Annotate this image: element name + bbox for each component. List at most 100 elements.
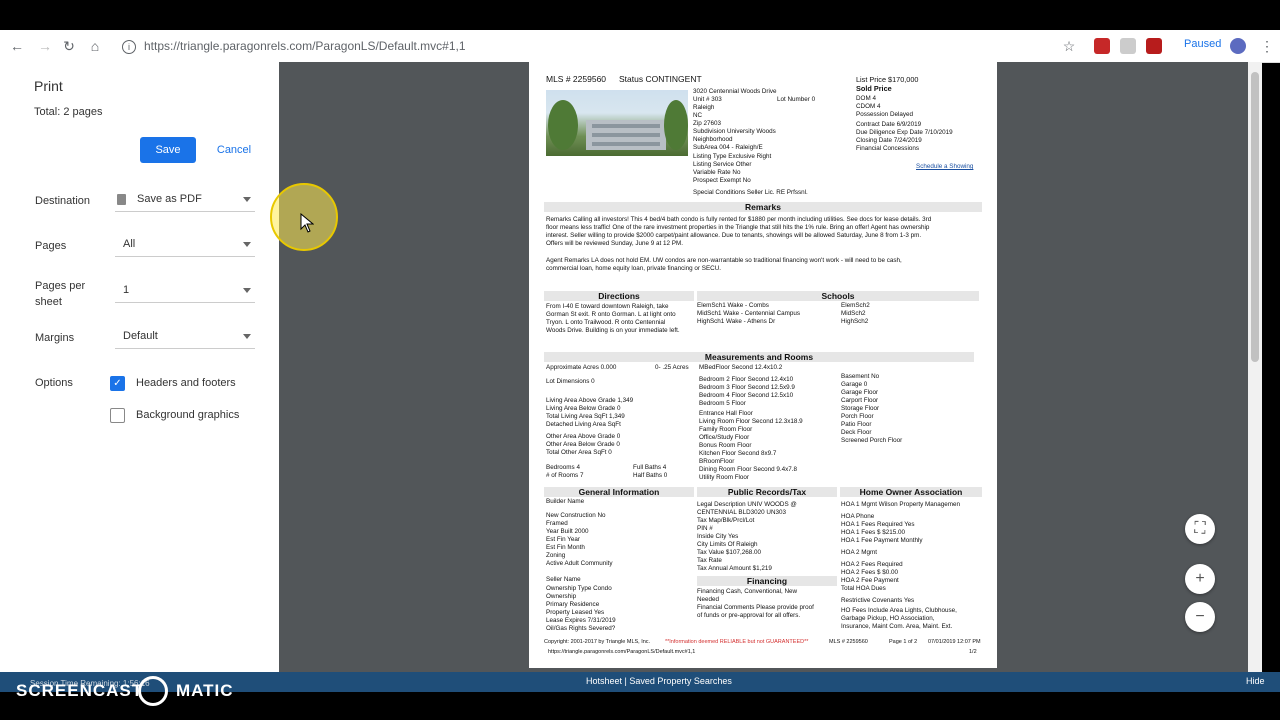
- high-school-2: HighSch2: [841, 318, 869, 325]
- extension-pdf-icon[interactable]: [1146, 38, 1162, 54]
- taskbar-links[interactable]: Hotsheet | Saved Property Searches: [586, 676, 732, 686]
- hoa2-fee-payment: HOA 2 Fee Payment: [841, 577, 899, 584]
- extension-icon[interactable]: [1120, 38, 1136, 54]
- cursor-icon: [300, 213, 314, 233]
- framed: Framed: [546, 520, 568, 527]
- avatar[interactable]: [1230, 38, 1246, 54]
- pages-per-sheet-select[interactable]: 1: [115, 284, 255, 303]
- cancel-button[interactable]: Cancel: [212, 137, 256, 163]
- basement: Basement No: [841, 373, 880, 380]
- reload-icon[interactable]: ↻: [60, 37, 78, 55]
- screencast-logo-text: SCREENCAST: [16, 681, 144, 700]
- ownership: Ownership: [546, 593, 577, 600]
- listing-service: Listing Service Other: [693, 161, 752, 168]
- master-bed: MBedFloor Second 12.4x10.2: [699, 364, 783, 371]
- city: Raleigh: [693, 104, 715, 111]
- year-built: Year Built 2000: [546, 528, 589, 535]
- closing-date: Closing Date 7/24/2019: [856, 137, 922, 144]
- destination-select[interactable]: Save as PDF: [115, 193, 255, 212]
- state: NC: [693, 112, 703, 119]
- directions-line: From I-40 E toward downtown Raleigh, tak…: [546, 303, 669, 310]
- profile-paused[interactable]: Paused: [1184, 38, 1221, 50]
- headers-footers-checkbox[interactable]: ✓: [110, 376, 125, 391]
- home-icon[interactable]: ⌂: [86, 37, 104, 55]
- print-settings-panel: Print Total: 2 pages Save Cancel Destina…: [18, 62, 280, 672]
- hoa1-mgmt: HOA 1 Mgmt Wilson Property Managemen: [841, 501, 960, 508]
- unit: Unit # 303: [693, 96, 722, 103]
- half-baths: Half Baths 0: [633, 472, 668, 479]
- kitchen: Kitchen Floor Second 8x9.7: [699, 450, 777, 457]
- due-diligence-date: Due Diligence Exp Date 7/10/2019: [856, 129, 953, 136]
- elem-school-2: ElemSch2: [841, 302, 870, 309]
- star-icon[interactable]: ☆: [1060, 37, 1078, 55]
- living-room: Living Room Floor Second 12.3x18.9: [699, 418, 803, 425]
- list-price: List Price $170,000: [856, 75, 919, 84]
- carport-floor: Carport Floor: [841, 397, 879, 404]
- screened-porch-floor: Screened Porch Floor: [841, 437, 903, 444]
- margins-select[interactable]: Default: [115, 330, 255, 349]
- financing: Financing Cash, Conventional, New: [697, 588, 798, 595]
- fit-to-page-button[interactable]: ⛶: [1185, 514, 1215, 544]
- extension-abp-icon[interactable]: [1094, 38, 1110, 54]
- remarks-line: Offers will be reviewed Sunday, June 9 a…: [546, 240, 683, 247]
- b-room: BRoomFloor: [699, 458, 735, 465]
- recorded-with-label: RECORDED WITH: [16, 662, 115, 674]
- back-icon[interactable]: ←: [8, 37, 26, 55]
- schedule-showing-link[interactable]: Schedule a Showing: [916, 163, 973, 171]
- margins-label: Margins: [35, 332, 75, 344]
- info-icon[interactable]: i: [122, 39, 136, 54]
- property-leased: Property Leased Yes: [546, 609, 605, 616]
- office-study: Office/Study Floor: [699, 434, 750, 441]
- pages-label: Pages: [35, 240, 67, 252]
- chevron-down-icon: [243, 242, 251, 247]
- garage-floor: Garage Floor: [841, 389, 879, 396]
- porch-floor: Porch Floor: [841, 413, 874, 420]
- city-limits: City Limits Of Raleigh: [697, 541, 758, 548]
- possession: Possession Delayed: [856, 111, 914, 118]
- address-bar[interactable]: i https://triangle.paragonrels.com/Parago…: [122, 36, 1052, 56]
- save-button[interactable]: Save: [140, 137, 196, 163]
- destination-value: Save as PDF: [137, 193, 202, 205]
- rooms: # of Rooms 7: [546, 472, 584, 479]
- menu-icon[interactable]: ⋮: [1258, 37, 1276, 55]
- destination-label: Destination: [35, 195, 91, 207]
- agent-remarks-line: commercial loan, home equity loan, priva…: [546, 265, 721, 272]
- footer-url: https://triangle.paragonrels.com/Paragon…: [548, 649, 696, 655]
- scrollbar-thumb[interactable]: [1251, 72, 1259, 362]
- zoom-in-button[interactable]: +: [1185, 564, 1215, 594]
- chevron-down-icon: [243, 288, 251, 293]
- hoa-phone: HOA Phone: [841, 513, 875, 520]
- hoa2-mgmt: HOA 2 Mgmt: [841, 549, 878, 556]
- cdom: CDOM 4: [856, 103, 881, 110]
- inside-city: Inside City Yes: [697, 533, 739, 540]
- hide-button[interactable]: Hide: [1246, 676, 1265, 686]
- pages-select[interactable]: All: [115, 238, 255, 257]
- background-graphics-checkbox[interactable]: [110, 408, 125, 423]
- options-label: Options: [35, 377, 73, 389]
- footer-mls: MLS # 2259560: [829, 639, 868, 645]
- legal-description: Legal Description UNIV WOODS @: [697, 501, 797, 508]
- forward-icon[interactable]: →: [36, 37, 54, 55]
- acres-range: 0- .25 Acres: [655, 364, 689, 371]
- public-records-header: Public Records/Tax: [697, 487, 837, 497]
- primary-residence: Primary Residence: [546, 601, 600, 608]
- address: 3020 Centennial Woods Drive: [693, 88, 777, 95]
- pages-per-sheet-value: 1: [123, 284, 130, 296]
- total-hoa-dues: Total HOA Dues: [841, 585, 886, 592]
- neighborhood: Neighborhood: [693, 136, 733, 143]
- agent-remarks-line: Agent Remarks LA does not hold EM. UW co…: [546, 257, 902, 264]
- active-adult: Active Adult Community: [546, 560, 613, 567]
- bedroom-3: Bedroom 3 Floor Second 12.5x9.9: [699, 384, 795, 391]
- entrance-hall: Entrance Hall Floor: [699, 410, 753, 417]
- hoa2-fees: HOA 2 Fees $ $0.00: [841, 569, 899, 576]
- legal-description: CENTENNIAL BLD3020 UN303: [697, 509, 787, 516]
- copyright: Copyright: 2001-2017 by Triangle MLS, In…: [544, 639, 651, 645]
- preview-scrollbar[interactable]: [1248, 62, 1262, 672]
- financing: Needed: [697, 596, 720, 603]
- builder-name: Builder Name: [546, 498, 585, 505]
- zoom-out-button[interactable]: −: [1185, 602, 1215, 632]
- subarea: SubArea 004 - Raleigh/E: [693, 144, 763, 151]
- oil-gas-rights: Oil/Gas Rights Severed?: [546, 625, 616, 632]
- mid-school-2: MidSch2: [841, 310, 866, 317]
- tax-value: Tax Value $107,268.00: [697, 549, 761, 556]
